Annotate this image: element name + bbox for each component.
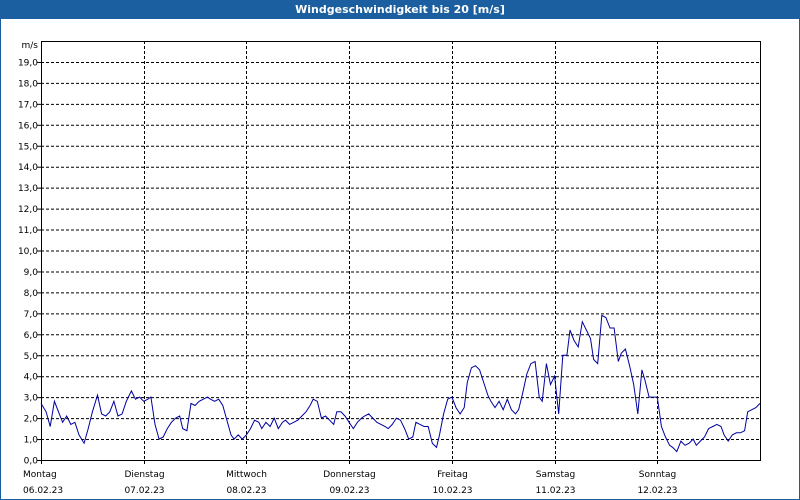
y-tick-label: 16,0	[18, 121, 38, 131]
y-tick-label: 4,0	[24, 373, 39, 383]
y-tick-label: 12,0	[18, 205, 38, 215]
x-tick-label-day: Donnerstag	[323, 470, 376, 480]
x-tick-label-date: 12.02.23	[637, 486, 677, 496]
series-layer	[40, 314, 761, 453]
y-tick-label: 18,0	[18, 79, 38, 89]
wind-speed-line	[40, 314, 761, 453]
wind-speed-chart: 0,0 1,0 2,0 3,0 4,0 5,0 6,0 7,0 8,0 9,0 10,0 11,0 12…	[18, 41, 761, 496]
x-tick-label-day: Freitag	[437, 470, 468, 480]
y-tick-label: 3,0	[24, 394, 39, 404]
x-tick-label-day: Mittwoch	[226, 470, 267, 480]
x-tick-label-date: 10.02.23	[432, 486, 472, 496]
y-tick-label: 9,0	[24, 268, 39, 278]
y-axis-label: m/s	[22, 41, 39, 51]
y-tick-label: 13,0	[18, 184, 38, 194]
x-tick-label-date: 07.02.23	[124, 486, 164, 496]
y-tick-label: 0,0	[24, 457, 39, 467]
x-tick-label-day: Samstag	[536, 470, 575, 480]
x-tick-label-date: 09.02.23	[329, 486, 369, 496]
y-tick-label: 1,0	[24, 436, 39, 446]
x-tick-label-day: Dienstag	[124, 470, 164, 480]
x-tick-label-date: 11.02.23	[535, 486, 575, 496]
x-tick-label-date: 06.02.23	[23, 486, 63, 496]
x-tick-label-date: 08.02.23	[226, 486, 266, 496]
y-tick-label: 6,0	[24, 331, 39, 341]
chart-window: Windgeschwindigkeit bis 20 [m/s] 0,0 1,0 2…	[0, 0, 800, 500]
y-tick-label: 7,0	[24, 310, 39, 320]
y-tick-label: 8,0	[24, 289, 39, 299]
y-tick-label: 11,0	[18, 226, 38, 236]
y-tick-label: 5,0	[24, 352, 39, 362]
x-tick-label-day: Montag	[23, 470, 57, 480]
y-tick-label: 19,0	[18, 58, 38, 68]
y-tick-label: 14,0	[18, 163, 38, 173]
y-tick-label: 17,0	[18, 100, 38, 110]
y-tick-label: 15,0	[18, 142, 38, 152]
y-tick-label: 2,0	[24, 415, 39, 425]
x-tick-label-day: Sonntag	[639, 470, 676, 480]
y-tick-label: 10,0	[18, 247, 38, 257]
